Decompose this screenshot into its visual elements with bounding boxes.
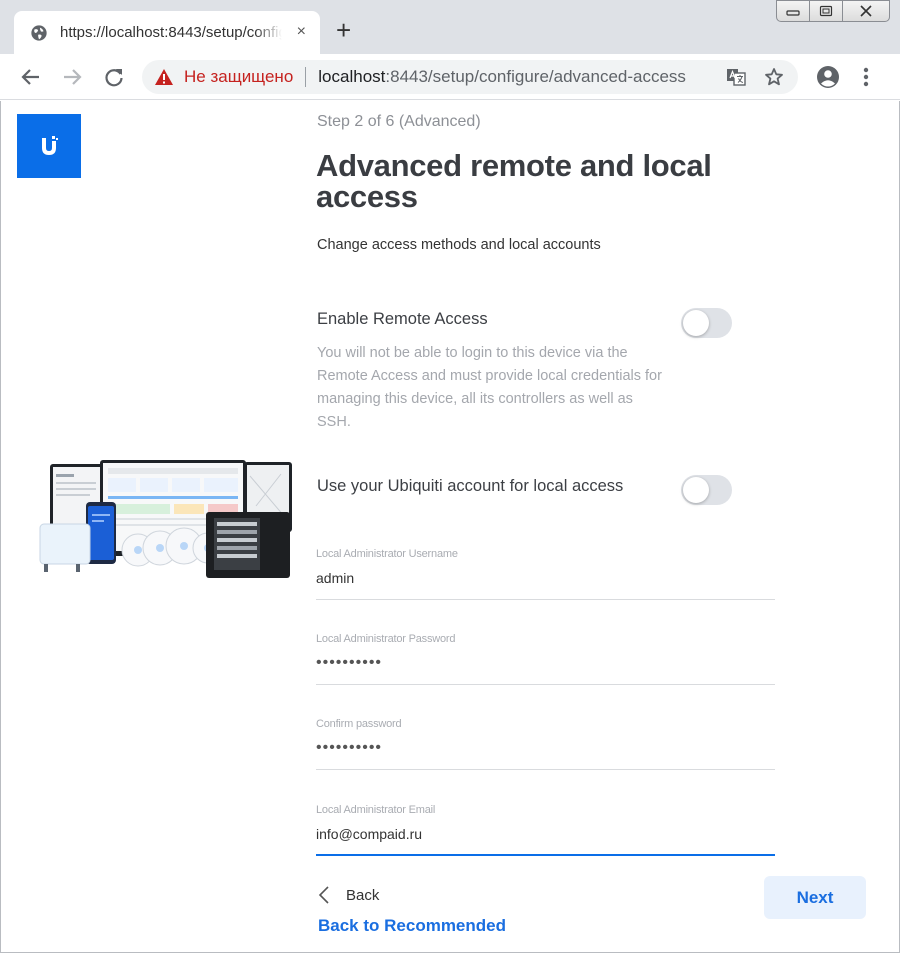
window-close-button[interactable] <box>842 0 890 22</box>
toggle-knob <box>683 310 709 336</box>
browser-tab-strip: https://localhost:8443/setup/configure/a… <box>0 0 900 54</box>
back-button[interactable]: Back <box>318 885 379 905</box>
password-field: Local Administrator Password <box>316 633 775 685</box>
warning-triangle-icon <box>155 69 173 85</box>
bookmark-star-icon[interactable] <box>764 67 784 87</box>
back-label: Back <box>346 886 380 904</box>
remote-access-description: You will not be able to login to this de… <box>317 345 662 430</box>
email-label: Local Administrator Email <box>316 804 436 816</box>
profile-avatar-icon[interactable] <box>816 65 840 89</box>
remote-access-label: Enable Remote Access <box>317 310 488 328</box>
tab-close-icon[interactable]: × <box>297 23 306 41</box>
tab-title: https://localhost:8443/setup/configure/a… <box>60 24 282 41</box>
step-indicator: Step 2 of 6 (Advanced) <box>317 113 481 130</box>
page-title: Advanced remote and local access <box>316 148 712 214</box>
confirm-password-field: Confirm password <box>316 718 775 770</box>
username-label: Local Administrator Username <box>316 548 458 560</box>
ubiquiti-logo <box>17 114 81 178</box>
confirm-password-input[interactable] <box>316 735 775 761</box>
password-label: Local Administrator Password <box>316 633 456 645</box>
page-subtitle: Change access methods and local accounts <box>317 237 601 253</box>
reload-icon[interactable] <box>103 66 125 88</box>
confirm-password-label: Confirm password <box>316 718 402 730</box>
browser-toolbar: Не защищено localhost:8443/setup/configu… <box>0 54 900 100</box>
remote-access-toggle[interactable] <box>681 308 732 338</box>
username-field: Local Administrator Username <box>316 548 775 600</box>
ubiquiti-u-icon <box>42 136 58 155</box>
address-separator <box>305 67 307 87</box>
ubiquiti-account-toggle[interactable] <box>681 475 732 505</box>
translate-icon[interactable] <box>726 68 746 86</box>
forward-arrow-icon[interactable] <box>61 66 83 88</box>
window-close-icon <box>860 5 872 17</box>
email-input[interactable] <box>316 821 775 847</box>
not-secure-label[interactable]: Не защищено <box>184 67 293 87</box>
maximize-icon <box>819 5 833 17</box>
browser-tab[interactable]: https://localhost:8443/setup/configure/a… <box>14 11 320 54</box>
new-tab-button[interactable]: + <box>336 16 351 44</box>
chevron-left-icon <box>318 886 329 904</box>
url-path: :8443/setup/configure/advanced-access <box>385 67 686 86</box>
devices-illustration <box>39 460 292 578</box>
next-button[interactable]: Next <box>764 876 866 919</box>
address-bar[interactable]: Не защищено localhost:8443/setup/configu… <box>142 60 798 94</box>
toggle-knob <box>683 477 709 503</box>
username-input[interactable] <box>316 565 775 591</box>
window-controls <box>776 0 890 22</box>
url-host: localhost <box>318 67 386 86</box>
back-arrow-icon[interactable] <box>20 66 42 88</box>
ubiquiti-account-label: Use your Ubiquiti account for local acce… <box>317 477 624 495</box>
minimize-button[interactable] <box>776 0 810 22</box>
globe-icon <box>31 24 47 41</box>
url-text[interactable]: localhost:8443/setup/configure/advanced-… <box>318 67 686 87</box>
back-to-recommended-link[interactable]: Back to Recommended <box>318 916 506 936</box>
minimize-icon <box>786 10 800 16</box>
email-field: Local Administrator Email <box>316 804 775 856</box>
maximize-button[interactable] <box>809 0 843 22</box>
password-input[interactable] <box>316 650 775 676</box>
kebab-menu-icon[interactable] <box>862 66 870 88</box>
